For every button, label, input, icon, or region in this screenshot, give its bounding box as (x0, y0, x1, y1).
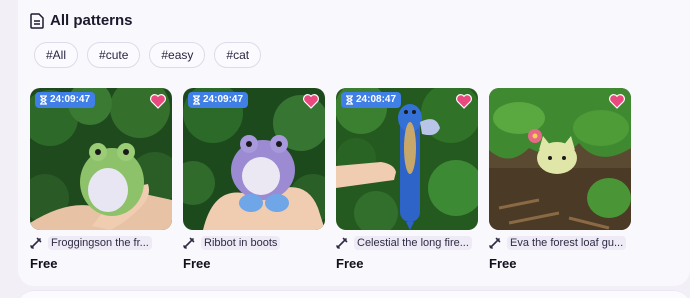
pattern-price: Free (183, 256, 211, 271)
countdown-badge: 24:08:47 (341, 92, 402, 108)
pattern-card-list: 24:09:47 Froggingson the fr... Free 24:0… (30, 88, 631, 271)
next-section-card (18, 290, 690, 298)
pattern-name-row[interactable]: Celestial the long fire... (336, 235, 478, 251)
pattern-card[interactable]: Eva the forest loaf gu... Free (489, 88, 631, 271)
pattern-name[interactable]: Ribbot in boots (201, 236, 281, 250)
pattern-name-row[interactable]: Eva the forest loaf gu... (489, 235, 631, 251)
section-header: All patterns (30, 12, 133, 29)
pattern-thumbnail[interactable] (489, 88, 631, 230)
pattern-name[interactable]: Eva the forest loaf gu... (507, 236, 627, 250)
link-icon (183, 237, 195, 249)
countdown-text: 24:09:47 (203, 94, 244, 105)
pattern-price: Free (30, 256, 58, 271)
heart-icon[interactable] (302, 92, 320, 110)
link-icon (336, 237, 348, 249)
tag-all[interactable]: #All (34, 42, 79, 68)
heart-icon[interactable] (149, 92, 167, 110)
hourglass-icon (193, 95, 200, 105)
pattern-name[interactable]: Celestial the long fire... (354, 236, 472, 250)
pattern-price: Free (489, 256, 517, 271)
heart-icon[interactable] (608, 92, 626, 110)
pattern-name-row[interactable]: Froggingson the fr... (30, 235, 172, 251)
tag-easy[interactable]: #easy (149, 42, 206, 68)
section-title: All patterns (50, 12, 133, 29)
tag-cat[interactable]: #cat (214, 42, 262, 68)
pattern-price: Free (336, 256, 364, 271)
pattern-thumbnail[interactable]: 24:09:47 (30, 88, 172, 230)
hourglass-icon (346, 95, 353, 105)
tag-cute[interactable]: #cute (87, 42, 141, 68)
pattern-card[interactable]: 24:09:47 Ribbot in boots Free (183, 88, 325, 271)
countdown-text: 24:09:47 (50, 94, 91, 105)
hourglass-icon (40, 95, 47, 105)
document-icon (30, 12, 44, 29)
link-icon (30, 237, 42, 249)
pattern-thumbnail[interactable]: 24:08:47 (336, 88, 478, 230)
tag-filter-bar: #All #cute #easy #cat (34, 42, 262, 68)
pattern-thumbnail[interactable]: 24:09:47 (183, 88, 325, 230)
pattern-card[interactable]: 24:09:47 Froggingson the fr... Free (30, 88, 172, 271)
link-icon (489, 237, 501, 249)
countdown-text: 24:08:47 (356, 94, 397, 105)
pattern-name[interactable]: Froggingson the fr... (48, 236, 152, 250)
pattern-name-row[interactable]: Ribbot in boots (183, 235, 325, 251)
pattern-card[interactable]: 24:08:47 Celestial the long fire... Free (336, 88, 478, 271)
heart-icon[interactable] (455, 92, 473, 110)
countdown-badge: 24:09:47 (188, 92, 249, 108)
countdown-badge: 24:09:47 (35, 92, 96, 108)
